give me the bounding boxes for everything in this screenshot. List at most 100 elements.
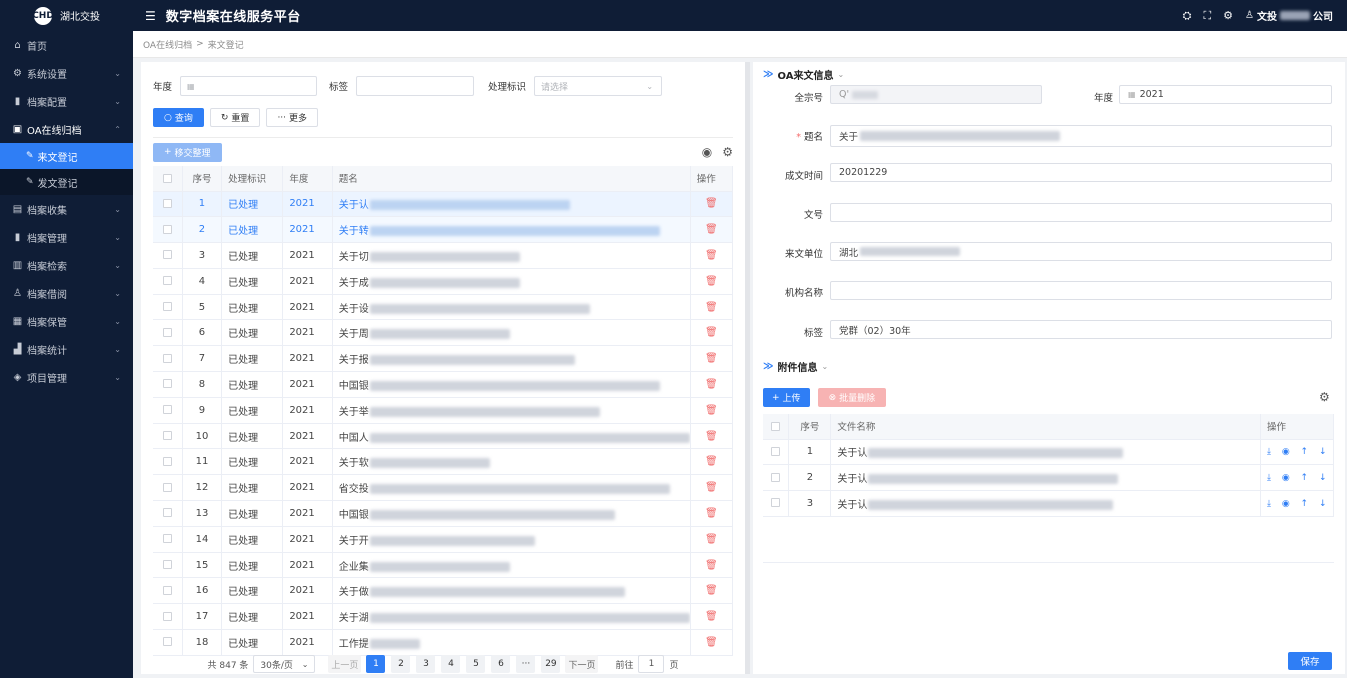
year-filter-input[interactable]: ▦ xyxy=(180,76,318,96)
page-size-select[interactable]: 30条/页 ⌄ xyxy=(253,655,316,673)
row-checkbox[interactable] xyxy=(153,216,183,244)
row-title-cell[interactable]: 关于认 xyxy=(332,191,691,218)
attachment-ops[interactable]: ⤓ ◉ ↑ ↓ xyxy=(1260,490,1335,517)
row-checkbox[interactable] xyxy=(153,268,183,295)
page-number[interactable]: 29 xyxy=(541,655,561,673)
trash-icon[interactable]: 🗑 xyxy=(705,302,718,313)
org-input[interactable] xyxy=(830,281,1332,300)
trash-icon[interactable]: 🗑 xyxy=(705,508,718,519)
page-number[interactable]: 2 xyxy=(391,655,411,673)
select-all-checkbox[interactable] xyxy=(153,166,183,192)
transfer-button[interactable]: + 移交整理 xyxy=(153,142,222,162)
table-row[interactable]: 15 已处理 2021 企业集 🗑 xyxy=(153,552,734,579)
attachment-select-all[interactable] xyxy=(763,414,790,440)
gear-icon[interactable]: ⚙ xyxy=(722,145,733,159)
tag-filter-input[interactable] xyxy=(356,76,475,96)
trash-icon[interactable]: 🗑 xyxy=(705,585,718,596)
table-row[interactable]: 3 已处理 2021 关于切 🗑 xyxy=(153,242,734,269)
trash-icon[interactable]: 🗑 xyxy=(705,637,718,648)
unit-input[interactable]: 湖北 xyxy=(830,242,1332,261)
theme-icon[interactable]: ⛭ xyxy=(1183,9,1192,23)
trash-icon[interactable]: 🗑 xyxy=(705,482,718,493)
table-row[interactable]: 2 已处理 2021 关于转 🗑 xyxy=(153,216,734,244)
row-checkbox[interactable] xyxy=(153,448,183,476)
breadcrumb-parent[interactable]: OA在线归档 xyxy=(143,38,192,51)
row-title-cell[interactable]: 关于报 xyxy=(332,345,691,373)
sidebar-item[interactable]: ♙ 档案借阅 ⌄ xyxy=(0,279,133,307)
page-number[interactable]: 4 xyxy=(441,655,461,673)
attachment-op-icons[interactable]: ⤓ ◉ ↑ ↓ xyxy=(1267,473,1331,483)
trash-icon[interactable]: 🗑 xyxy=(705,560,718,571)
year-input[interactable]: ▦ 2021 xyxy=(1119,85,1332,104)
page-number[interactable]: 1 xyxy=(366,655,386,673)
row-checkbox[interactable] xyxy=(153,552,183,579)
trash-icon[interactable]: 🗑 xyxy=(705,198,718,209)
tag-input[interactable]: 党群（02）30年 xyxy=(830,320,1332,339)
trash-icon[interactable]: 🗑 xyxy=(705,327,718,338)
row-title-cell[interactable]: 关于转 xyxy=(332,216,691,244)
sidebar-item[interactable]: ▮ 档案管理 ⌄ xyxy=(0,223,133,251)
row-title-cell[interactable]: 关于设 xyxy=(332,294,691,321)
table-row[interactable]: 17 已处理 2021 关于湖 🗑 xyxy=(153,603,734,631)
trash-icon[interactable]: 🗑 xyxy=(705,534,718,545)
attachment-checkbox[interactable] xyxy=(763,464,790,492)
goto-page-input[interactable]: 1 xyxy=(638,655,665,673)
table-row[interactable]: 7 已处理 2021 关于报 🗑 xyxy=(153,345,734,373)
sidebar-subitem[interactable]: ✎ 发文登记 xyxy=(0,169,133,195)
trash-icon[interactable]: 🗑 xyxy=(705,405,718,416)
save-button[interactable]: 保存 xyxy=(1288,652,1332,670)
table-row[interactable]: 9 已处理 2021 关于举 🗑 xyxy=(153,397,734,424)
table-row[interactable]: 1 已处理 2021 关于认 🗑 xyxy=(153,191,734,218)
row-title-cell[interactable]: 关于举 xyxy=(332,397,691,424)
gear-icon[interactable]: ⚙ xyxy=(1319,390,1330,404)
trash-icon[interactable]: 🗑 xyxy=(705,456,718,467)
row-title-cell[interactable]: 省交投 xyxy=(332,474,691,502)
trash-icon[interactable]: 🗑 xyxy=(705,276,718,287)
title-textarea[interactable]: 关于 xyxy=(830,125,1332,147)
sidebar-item[interactable]: ⚙ 系统设置 ⌄ xyxy=(0,59,133,87)
row-checkbox[interactable] xyxy=(153,603,183,631)
attachment-row[interactable]: 1 关于认 ⤓ ◉ ↑ ↓ xyxy=(763,439,1335,466)
sidebar-item[interactable]: ▣ OA在线归档 ⌃ xyxy=(0,115,133,143)
docno-input[interactable] xyxy=(830,203,1332,222)
trash-icon[interactable]: 🗑 xyxy=(705,250,718,261)
sidebar-item[interactable]: ▟ 档案统计 ⌄ xyxy=(0,335,133,363)
sidebar-item[interactable]: ▮ 档案配置 ⌄ xyxy=(0,87,133,115)
table-row[interactable]: 14 已处理 2021 关于开 🗑 xyxy=(153,526,734,553)
trash-icon[interactable]: 🗑 xyxy=(705,379,718,390)
page-number[interactable]: 3 xyxy=(416,655,436,673)
sidebar-item[interactable]: ⌂ 首页 xyxy=(0,31,133,59)
sidebar-item[interactable]: ▥ 档案检索 ⌄ xyxy=(0,251,133,279)
upload-button[interactable]: + 上传 xyxy=(763,388,810,407)
row-checkbox[interactable] xyxy=(153,242,183,269)
table-row[interactable]: 4 已处理 2021 关于成 🗑 xyxy=(153,268,734,295)
table-row[interactable]: 12 已处理 2021 省交投 🗑 xyxy=(153,474,734,502)
table-row[interactable]: 11 已处理 2021 关于软 🗑 xyxy=(153,448,734,476)
row-title-cell[interactable]: 关于做 xyxy=(332,577,691,605)
table-row[interactable]: 13 已处理 2021 中国银 🗑 xyxy=(153,500,734,527)
row-title-cell[interactable]: 关于开 xyxy=(332,526,691,553)
batch-delete-button[interactable]: ⊗ 批量删除 xyxy=(817,388,887,407)
attachment-ops[interactable]: ⤓ ◉ ↑ ↓ xyxy=(1260,439,1335,466)
attachment-row[interactable]: 3 关于认 ⤓ ◉ ↑ ↓ xyxy=(763,490,1335,517)
trash-icon[interactable]: 🗑 xyxy=(705,353,718,364)
menu-toggle-icon[interactable]: ☰ xyxy=(145,9,156,23)
page-number[interactable]: 5 xyxy=(466,655,486,673)
table-row[interactable]: 18 已处理 2021 工作提 🗑 xyxy=(153,629,734,656)
trash-icon[interactable]: 🗑 xyxy=(705,611,718,622)
row-checkbox[interactable] xyxy=(153,526,183,553)
row-checkbox[interactable] xyxy=(153,577,183,605)
panel-scrollbar[interactable] xyxy=(745,62,750,674)
row-checkbox[interactable] xyxy=(153,371,183,398)
page-number[interactable]: 6 xyxy=(491,655,511,673)
reset-button[interactable]: ↻ 重置 xyxy=(209,108,261,127)
row-checkbox[interactable] xyxy=(153,191,183,218)
row-title-cell[interactable]: 中国银 xyxy=(332,500,691,527)
row-checkbox[interactable] xyxy=(153,423,183,450)
row-title-cell[interactable]: 工作提 xyxy=(332,629,691,656)
settings-icon[interactable]: ⚙ xyxy=(1223,9,1233,22)
row-title-cell[interactable]: 关于成 xyxy=(332,268,691,295)
row-checkbox[interactable] xyxy=(153,629,183,656)
row-checkbox[interactable] xyxy=(153,294,183,321)
attachment-checkbox[interactable] xyxy=(763,439,790,466)
